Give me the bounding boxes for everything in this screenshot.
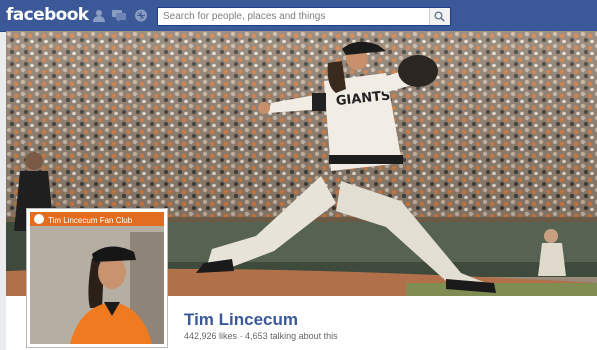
top-bar: facebook [0, 0, 597, 32]
talking-about-count: 4,653 talking about this [245, 331, 338, 341]
profile-picture[interactable]: Tim Lincecum Fan Club [26, 208, 168, 348]
search-button[interactable] [429, 8, 450, 25]
facebook-logo[interactable]: facebook [6, 5, 89, 25]
friend-requests-icon[interactable] [92, 9, 106, 22]
messages-icon[interactable] [112, 9, 126, 22]
stats-separator: · [239, 331, 243, 341]
profile-page: GIANTS Tim Lincecum Fan Club Tim Lincecu… [6, 31, 597, 350]
likes-count[interactable]: 442,926 likes [184, 331, 237, 341]
profile-pic-banner-text: Tim Lincecum Fan Club [48, 216, 133, 225]
profile-name[interactable]: Tim Lincecum [184, 310, 298, 330]
search-icon [434, 11, 445, 22]
search-input[interactable] [158, 8, 436, 25]
search-box [157, 7, 451, 26]
profile-stats: 442,926 likes · 4,653 talking about this [184, 331, 338, 341]
notifications-icon[interactable] [134, 9, 148, 22]
